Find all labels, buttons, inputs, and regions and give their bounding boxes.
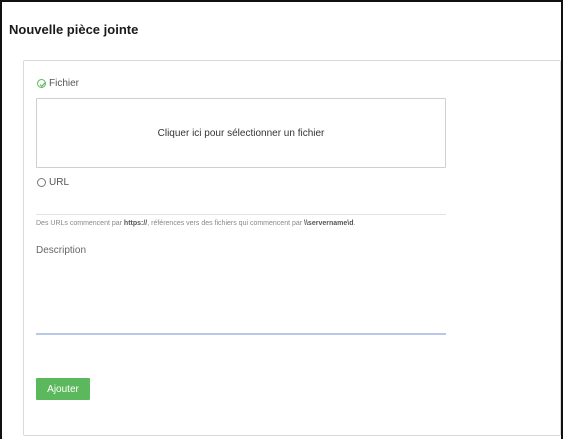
url-field-underline[interactable] (36, 214, 446, 215)
radio-file-label: Fichier (49, 78, 80, 89)
description-textarea[interactable] (36, 260, 446, 335)
dialog-title: Nouvelle pièce jointe (9, 22, 139, 37)
drop-zone-text: Cliquer ici pour sélectionner un fichier (157, 127, 325, 139)
help-suffix: . (353, 220, 356, 227)
file-drop-zone[interactable]: Cliquer ici pour sélectionner un fichier (36, 98, 446, 168)
radio-empty-icon (37, 178, 46, 187)
radio-option-url[interactable]: URL (37, 177, 69, 188)
add-button[interactable]: Ajouter (36, 378, 90, 400)
url-help-text: Des URLs commencent par https://, référe… (36, 220, 466, 227)
check-circle-icon (37, 79, 46, 88)
help-middle: , références vers des fichiers qui comme… (147, 220, 305, 227)
radio-url-label: URL (49, 177, 70, 188)
help-server: \\servername\d (304, 220, 354, 227)
radio-option-file[interactable]: Fichier (37, 78, 79, 89)
description-label: Description (36, 245, 87, 256)
help-https: https:// (123, 220, 148, 227)
help-prefix: Des URLs commencent par (36, 220, 124, 227)
